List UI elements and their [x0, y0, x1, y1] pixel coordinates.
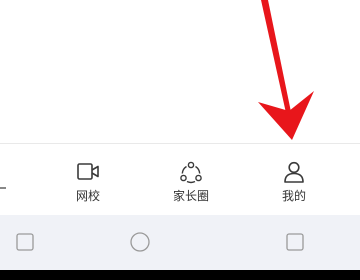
share-circle-icon [180, 161, 202, 184]
tab-wangxiao[interactable]: 网校 [43, 144, 133, 216]
phone-screen: 网校 家长圈 我的 [0, 0, 360, 280]
tab-label: 网校 [75, 189, 100, 203]
video-camera-icon [77, 163, 99, 180]
system-navigation-bar [0, 215, 360, 270]
tab-parent-circle[interactable]: 家长圈 [146, 144, 236, 216]
circle-home-icon[interactable] [129, 231, 151, 253]
tab-mine[interactable]: 我的 [249, 144, 339, 216]
square-recents-icon[interactable] [284, 231, 306, 253]
tab-label: 家长圈 [172, 189, 209, 203]
person-icon [284, 161, 304, 183]
bottom-edge [0, 270, 360, 280]
partial-tab-icon[interactable] [0, 144, 14, 216]
tab-label: 我的 [281, 189, 306, 203]
content-area [0, 0, 360, 143]
square-nav-icon[interactable] [14, 231, 36, 253]
bottom-tab-bar: 网校 家长圈 我的 [0, 143, 360, 215]
